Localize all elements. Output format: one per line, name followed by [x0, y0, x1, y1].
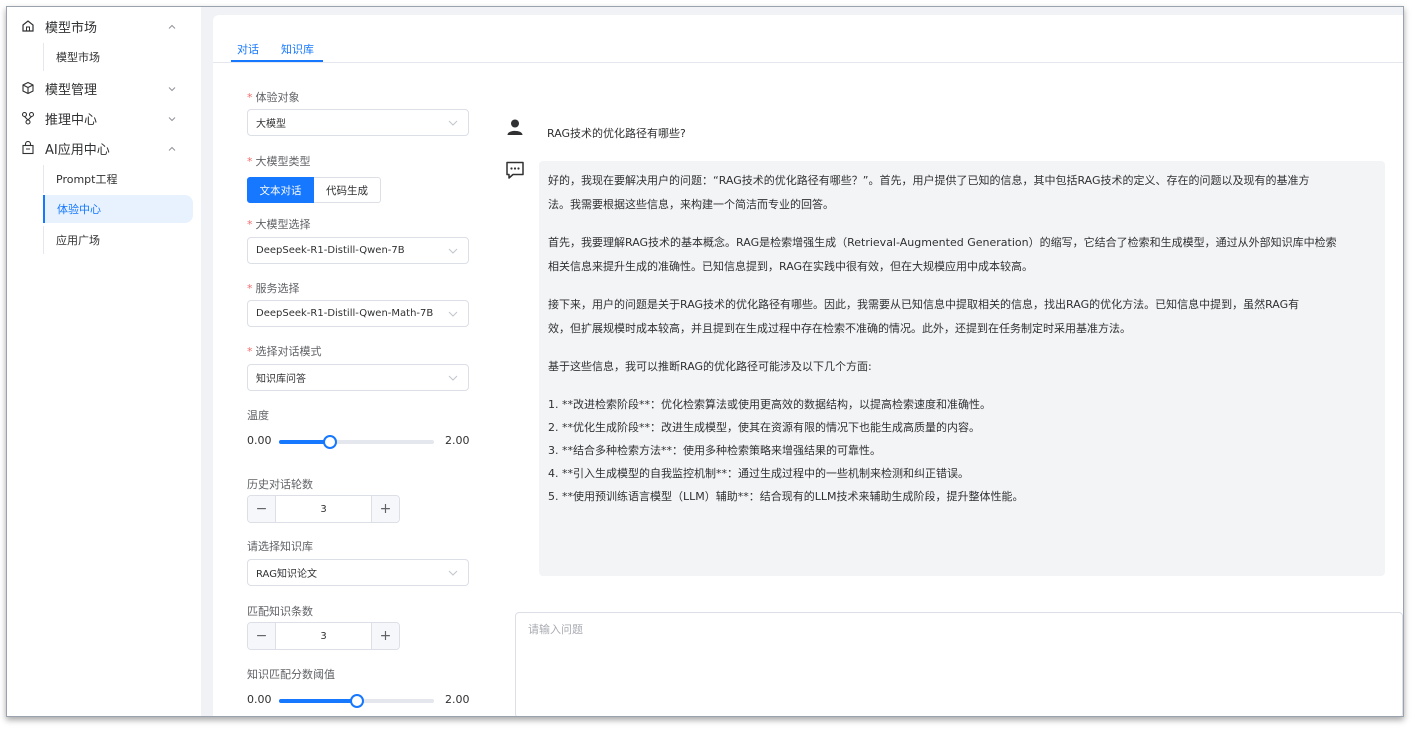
chevron-up-icon: [167, 21, 177, 31]
sidebar-group-inference-center[interactable]: 推理中心: [7, 104, 201, 132]
slider-track[interactable]: [279, 694, 434, 708]
history-rounds-label: 历史对话轮数: [247, 478, 313, 491]
answer-line: 效，但扩展规模时成本较高，并且提到在生成过程中存在检索不准确的情况。此外，还提到…: [548, 322, 1131, 335]
answer-list-item: 1. **改进检索阶段**：优化检索算法或使用更高效的数据结构，以提高检索速度和…: [548, 398, 991, 411]
model-select-label: * 大模型选择: [247, 218, 311, 231]
cube-icon: [21, 81, 35, 95]
match-count-label: 匹配知识条数: [247, 605, 313, 618]
threshold-slider: 0.00 2.00: [247, 691, 479, 711]
sidebar: 模型市场 模型市场 模型管理 推理中心 AI应用中心 Prompt工程 体验中心…: [7, 7, 201, 716]
chevron-down-icon: [448, 311, 458, 317]
assistant-message-icon: [505, 160, 525, 180]
slider-fill: [279, 699, 357, 703]
slider-min-label: 0.00: [247, 693, 272, 706]
slider-max-label: 2.00: [445, 434, 470, 447]
knowledge-base-select[interactable]: RAG知识论文: [247, 559, 469, 586]
sidebar-group-ai-app-center[interactable]: AI应用中心: [7, 134, 201, 162]
chat-mode-label: * 选择对话模式: [247, 345, 322, 358]
chevron-down-icon: [448, 120, 458, 126]
chevron-down-icon: [448, 248, 458, 254]
tab-bar: 对话 知识库: [213, 15, 1403, 63]
hierarchy-icon: [21, 111, 35, 125]
decrement-button[interactable]: −: [248, 623, 276, 649]
bag-icon: [21, 141, 35, 155]
sidebar-item-app-square[interactable]: 应用广场: [43, 226, 193, 254]
model-type-toggle: 文本对话 代码生成: [247, 177, 381, 203]
target-select[interactable]: 大模型: [247, 109, 469, 136]
home-icon: [21, 19, 35, 33]
answer-line: 好的，我现在要解决用户的问题：“RAG技术的优化路径有哪些？”。首先，用户提供了…: [548, 174, 1310, 187]
slider-track[interactable]: [279, 435, 434, 449]
input-placeholder: 请输入问题: [528, 623, 583, 636]
app-window: 模型市场 模型市场 模型管理 推理中心 AI应用中心 Prompt工程 体验中心…: [6, 6, 1404, 717]
answer-list-item: 4. **引入生成模型的自我监控机制**：通过生成过程中的一些机制来检测和纠正错…: [548, 467, 969, 480]
target-label: * 体验对象: [247, 91, 300, 104]
required-mark: *: [247, 155, 253, 168]
sidebar-item-prompt[interactable]: Prompt工程: [43, 165, 193, 193]
chevron-up-icon: [167, 143, 177, 153]
match-count-stepper: − 3 +: [247, 622, 400, 650]
stepper-value[interactable]: 3: [276, 496, 371, 522]
answer-list-item: 2. **优化生成阶段**：改进生成模型，使其在资源有限的情况下也能生成高质量的…: [548, 421, 980, 434]
required-mark: *: [247, 91, 253, 104]
slider-max-label: 2.00: [445, 693, 470, 706]
sidebar-group-label: 推理中心: [45, 112, 98, 128]
question-input[interactable]: 请输入问题: [515, 612, 1403, 716]
tab-active-indicator: [231, 60, 323, 62]
increment-button[interactable]: +: [371, 496, 399, 522]
knowledge-base-label: 请选择知识库: [247, 540, 313, 553]
model-type-label: * 大模型类型: [247, 155, 311, 168]
history-rounds-stepper: − 3 +: [247, 495, 400, 523]
slider-thumb[interactable]: [350, 694, 364, 708]
sidebar-group-label: AI应用中心: [45, 142, 110, 158]
user-question: RAG技术的优化路径有哪些?: [547, 127, 686, 140]
sidebar-group-label: 模型管理: [45, 82, 98, 98]
decrement-button[interactable]: −: [248, 496, 276, 522]
chevron-down-icon: [448, 570, 458, 576]
threshold-label: 知识匹配分数阈值: [247, 668, 335, 681]
temperature-slider: 0.00 2.00: [247, 432, 479, 452]
answer-line: 相关信息来提升生成的准确性。已知信息提到，RAG在实践中很有效，但在大规模应用中…: [548, 260, 1034, 273]
main-panel: 对话 知识库 * 体验对象 大模型 * 大模型类型 文本对话 代码生成 * 大模型选择…: [213, 15, 1403, 716]
user-avatar-icon: [505, 117, 525, 137]
chevron-down-icon: [167, 83, 177, 93]
answer-line: 基于这些信息，我可以推断RAG的优化路径可能涉及以下几个方面:: [548, 360, 872, 373]
text-chat-button[interactable]: 文本对话: [247, 177, 314, 203]
increment-button[interactable]: +: [371, 623, 399, 649]
answer-line: 接下来，用户的问题是关于RAG技术的优化路径有哪些。因此，我需要从已知信息中提取…: [548, 298, 1300, 311]
required-mark: *: [247, 345, 253, 358]
assistant-answer: 好的，我现在要解决用户的问题：“RAG技术的优化路径有哪些？”。首先，用户提供了…: [539, 161, 1385, 576]
answer-line: 首先，我要理解RAG技术的基本概念。RAG是检索增强生成（Retrieval-A…: [548, 236, 1337, 249]
sidebar-item-model-market[interactable]: 模型市场: [43, 43, 193, 71]
slider-min-label: 0.00: [247, 434, 272, 447]
answer-list-item: 5. **使用预训练语言模型（LLM）辅助**：结合现有的LLM技术来辅助生成阶…: [548, 490, 1024, 503]
tab-chat[interactable]: 对话: [237, 41, 259, 57]
required-mark: *: [247, 282, 253, 295]
required-mark: *: [247, 218, 253, 231]
slider-thumb[interactable]: [323, 435, 337, 449]
sidebar-group-label: 模型市场: [45, 20, 98, 36]
chat-mode-select[interactable]: 知识库问答: [247, 364, 469, 391]
stepper-value[interactable]: 3: [276, 623, 371, 649]
tab-knowledge-base[interactable]: 知识库: [281, 41, 314, 57]
sidebar-group-model-management[interactable]: 模型管理: [7, 74, 201, 102]
answer-list-item: 3. **结合多种检索方法**：使用多种检索策略来增强结果的可靠性。: [548, 444, 881, 457]
service-select[interactable]: DeepSeek-R1-Distill-Qwen-Math-7B: [247, 300, 469, 327]
service-label: * 服务选择: [247, 282, 300, 295]
answer-line: 法。我需要根据这些信息，来构建一个简洁而专业的回答。: [548, 198, 834, 211]
chevron-down-icon: [448, 375, 458, 381]
chevron-down-icon: [167, 113, 177, 123]
code-gen-button[interactable]: 代码生成: [314, 177, 381, 203]
sidebar-item-experience-center[interactable]: 体验中心: [43, 195, 193, 223]
model-select[interactable]: DeepSeek-R1-Distill-Qwen-7B: [247, 237, 469, 264]
sidebar-group-model-market[interactable]: 模型市场: [7, 12, 201, 40]
temperature-label: 温度: [247, 409, 269, 422]
